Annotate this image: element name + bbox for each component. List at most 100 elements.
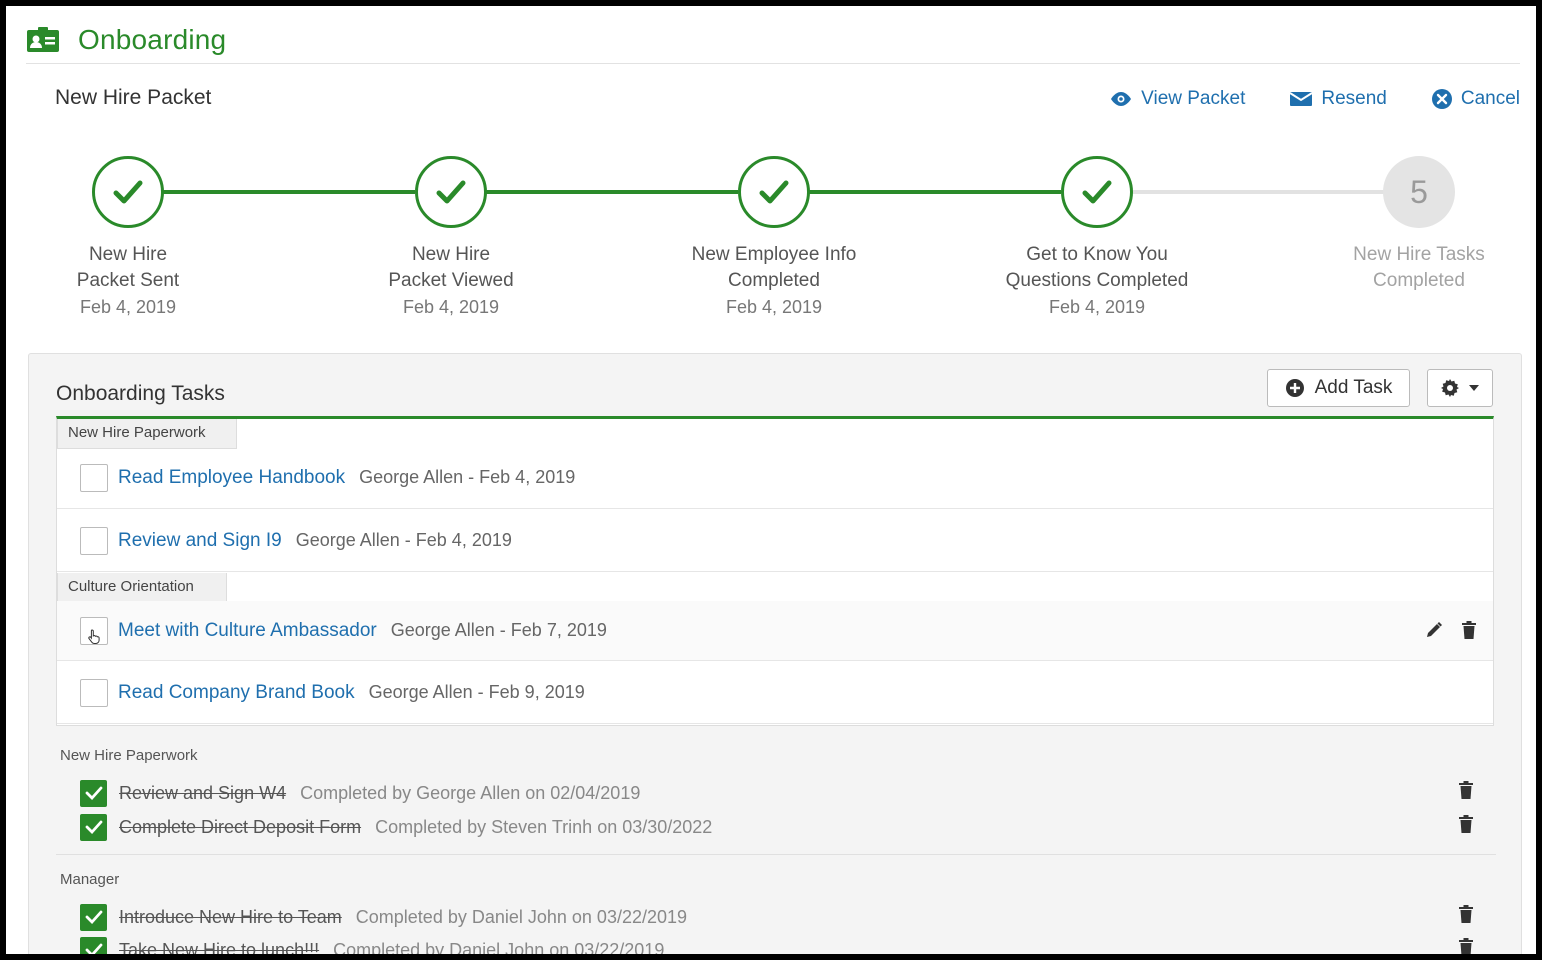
step-packet-sent: New Hire Packet Sent Feb 4, 2019 [8, 156, 248, 320]
plus-circle-icon [1285, 379, 1304, 397]
row-tools [1425, 621, 1477, 639]
step-get-to-know-you: Get to Know You Questions Completed Feb … [977, 156, 1217, 320]
resend-label: Resend [1321, 88, 1387, 109]
pencil-icon[interactable] [1425, 621, 1443, 639]
add-task-button[interactable]: Add Task [1267, 369, 1410, 407]
completed-task-row: Take New Hire to lunch!!! Completed by D… [80, 935, 664, 954]
completed-task-title: Review and Sign W4 [119, 782, 287, 803]
envelope-icon [1289, 92, 1313, 106]
id-card-icon [27, 26, 59, 52]
step-date: Feb 4, 2019 [402, 297, 500, 317]
task-meta: George Allen - Feb 4, 2019 [295, 530, 512, 550]
app-header: Onboarding [26, 16, 1520, 64]
task-title-link[interactable]: Read Employee Handbook [118, 467, 345, 489]
step-label-line: New Hire [88, 244, 168, 265]
resend-link[interactable]: Resend [1289, 88, 1387, 110]
task-row: Read Company Brand Book George Allen - F… [57, 662, 1493, 724]
checkmark-icon [85, 910, 102, 924]
task-meta: George Allen - Feb 4, 2019 [359, 467, 576, 487]
settings-dropdown-button[interactable] [1427, 369, 1493, 407]
step-label-line: Get to Know You [1026, 244, 1168, 265]
tasks-title: Onboarding Tasks [56, 382, 225, 405]
task-row: Review and Sign I9 George Allen - Feb 4,… [57, 510, 1493, 572]
task-checkbox[interactable] [80, 526, 108, 555]
hand-cursor-icon [88, 628, 100, 644]
completed-group-label: Manager [60, 871, 120, 888]
checkmark-icon [85, 943, 102, 954]
step-label-line: New Hire [411, 244, 491, 265]
step-label: Get to Know You Questions Completed [977, 242, 1217, 294]
completed-group-label: New Hire Paperwork [60, 747, 198, 764]
step-date: Feb 4, 2019 [79, 297, 177, 317]
step-label-line: Completed [1373, 270, 1465, 291]
completed-group: New Hire Paperwork [60, 747, 198, 764]
gear-icon [1441, 379, 1459, 397]
checkmark-icon [113, 180, 143, 204]
step-new-hire-tasks: 5 New Hire Tasks Completed [1299, 156, 1536, 294]
checkmark-icon [759, 180, 789, 204]
progress-stepper: New Hire Packet Sent Feb 4, 2019 New Hir… [6, 156, 1536, 336]
task-meta: George Allen - Feb 9, 2019 [368, 682, 585, 702]
completed-task-row: Complete Direct Deposit Form Completed b… [80, 812, 712, 842]
trash-icon[interactable] [1458, 905, 1474, 923]
step-label-line: New Hire Tasks [1353, 244, 1485, 265]
task-checkbox[interactable] [80, 616, 108, 645]
cancel-link[interactable]: Cancel [1431, 88, 1520, 110]
task-row: Read Employee Handbook George Allen - Fe… [57, 447, 1493, 509]
step-label: New Hire Packet Viewed [331, 242, 571, 294]
step-complete-indicator [738, 156, 810, 228]
trash-icon[interactable] [1458, 938, 1474, 954]
checked-checkbox[interactable] [80, 936, 107, 954]
onboarding-tasks-panel: Onboarding Tasks Add Task New Hire Paper… [28, 353, 1522, 954]
checked-checkbox[interactable] [80, 813, 107, 841]
task-title-link[interactable]: Read Company Brand Book [118, 682, 355, 704]
task-title-link[interactable]: Review and Sign I9 [118, 530, 282, 552]
caret-down-icon [1469, 385, 1479, 391]
checked-checkbox[interactable] [80, 903, 107, 931]
completed-task-row: Introduce New Hire to Team Completed by … [80, 902, 687, 932]
checkmark-icon [1082, 180, 1112, 204]
task-row: Meet with Culture Ambassador George Alle… [57, 601, 1493, 661]
step-pending-indicator: 5 [1383, 156, 1455, 228]
checkmark-icon [85, 786, 102, 800]
divider [56, 854, 1496, 855]
completed-task-title: Take New Hire to lunch!!! [119, 939, 320, 955]
page-title: Onboarding [78, 23, 227, 55]
step-label-line: Packet Sent [76, 270, 180, 291]
trash-icon[interactable] [1461, 621, 1477, 639]
task-checkbox[interactable] [80, 678, 108, 707]
completed-task-meta: Completed by Daniel John on 03/22/2019 [355, 906, 688, 927]
task-title-link[interactable]: Meet with Culture Ambassador [118, 620, 377, 642]
view-packet-link[interactable]: View Packet [1109, 88, 1245, 110]
step-label-line: Packet Viewed [388, 270, 514, 291]
step-label-line: Completed [728, 270, 820, 291]
completed-task-meta: Completed by George Allen on 02/04/2019 [300, 782, 641, 803]
step-complete-indicator [1061, 156, 1133, 228]
step-label: New Hire Packet Sent [8, 242, 248, 294]
cancel-label: Cancel [1460, 88, 1520, 109]
eye-icon [1111, 92, 1132, 106]
completed-task-meta: Completed by Daniel John on 03/22/2019 [333, 939, 665, 955]
task-meta: George Allen - Feb 7, 2019 [390, 620, 607, 640]
group-tab: Culture Orientation [57, 573, 227, 603]
completed-task-title: Complete Direct Deposit Form [119, 816, 362, 837]
step-label-line: Questions Completed [1005, 270, 1189, 291]
completed-task-row: Review and Sign W4 Completed by George A… [80, 778, 640, 808]
completed-group: Manager [60, 871, 119, 888]
trash-icon[interactable] [1458, 781, 1474, 799]
step-packet-viewed: New Hire Packet Viewed Feb 4, 2019 [331, 156, 571, 320]
step-employee-info: New Employee Info Completed Feb 4, 2019 [654, 156, 894, 320]
step-complete-indicator [92, 156, 164, 228]
app-frame: Onboarding New Hire Packet View Packet R… [6, 6, 1536, 954]
step-complete-indicator [415, 156, 487, 228]
checked-checkbox[interactable] [80, 779, 107, 807]
completed-task-title: Introduce New Hire to Team [119, 906, 342, 927]
packet-actions: View Packet Resend Cancel [1109, 88, 1520, 110]
step-label-line: New Employee Info [691, 244, 857, 265]
group-tab: New Hire Paperwork [57, 419, 237, 449]
step-date: Feb 4, 2019 [725, 297, 823, 317]
add-task-label: Add Task [1314, 377, 1393, 398]
trash-icon[interactable] [1458, 815, 1474, 833]
task-checkbox[interactable] [80, 463, 108, 492]
view-packet-label: View Packet [1141, 88, 1246, 109]
